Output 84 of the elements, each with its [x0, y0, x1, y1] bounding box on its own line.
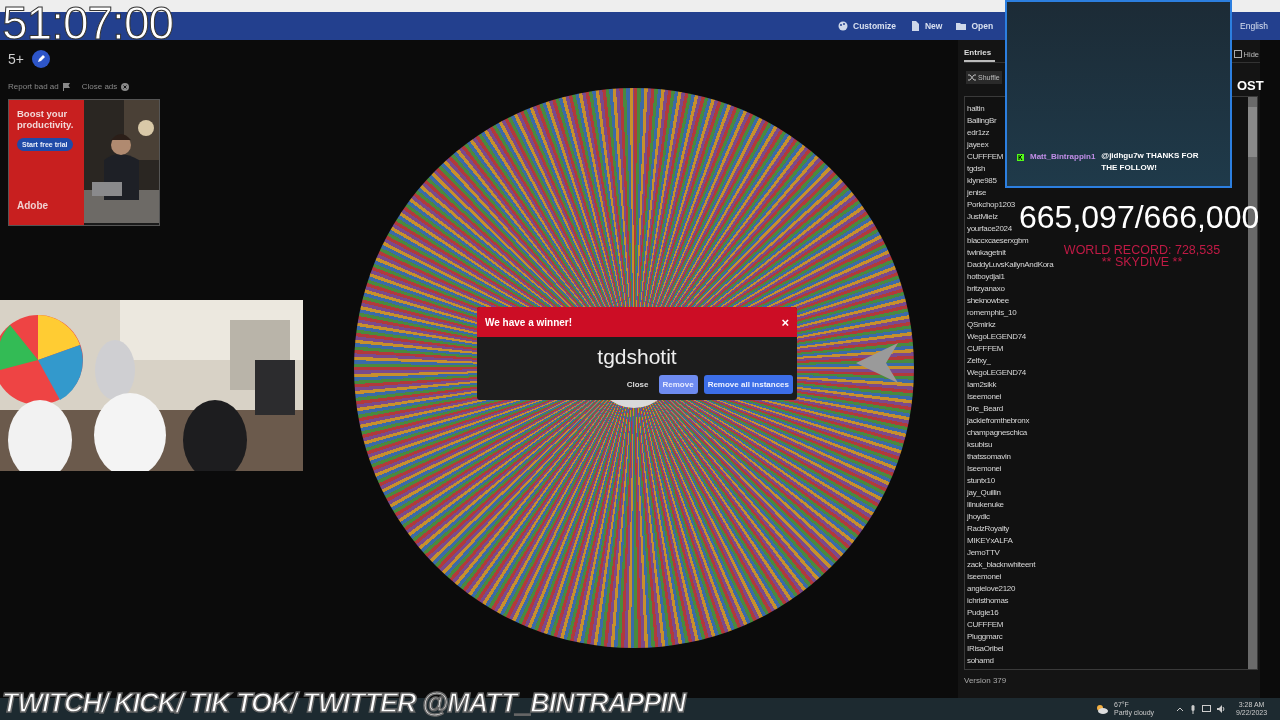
entry-text: IRisaOribel — [967, 643, 1004, 655]
entry-text: CUFFFEM — [967, 619, 1004, 631]
entry-text: Iam2sikk — [967, 379, 997, 391]
entry-text: Dre_Beard — [967, 403, 1003, 415]
dialog-button[interactable]: Remove all instances — [703, 375, 793, 394]
record-note: ** SKYDIVE ** — [1101, 257, 1183, 268]
entry-text: angielove2120 — [967, 583, 1016, 595]
follower-counter: 665,097/666,000 — [1019, 204, 1260, 230]
entry-text: sohamd — [967, 655, 994, 667]
entry-text: CUFFFEM — [967, 343, 1004, 355]
entry-text: edr1zz — [967, 127, 990, 139]
entry-text: zack_blacknwhiteent — [967, 559, 1036, 571]
entry-text: JemoTTV — [967, 547, 1000, 559]
entry-text: romemphis_10 — [967, 307, 1017, 319]
toolbar-button[interactable]: Open — [956, 21, 994, 31]
entry-text: CUFFFEM — [967, 151, 1004, 163]
entry-text: haltin — [967, 103, 985, 115]
entry-text: britzyanaxo — [967, 283, 1005, 295]
report-ad-link[interactable]: Report bad ad — [8, 82, 59, 91]
entry-text: champagneschica — [967, 427, 1027, 439]
entry-text: twinkagetnit — [967, 247, 1006, 259]
toolbar-button[interactable]: Customize — [838, 21, 896, 31]
entry-text: Porkchop1203 — [967, 199, 1015, 211]
entry-text: ichristhomas — [967, 595, 1009, 607]
winner-name: tgdshotit — [596, 344, 678, 370]
speaker-icon — [1217, 705, 1226, 713]
entry-text: sheknowbee — [967, 295, 1009, 307]
entry-count: 5+ — [8, 51, 24, 67]
entry-text: thatssomavin — [967, 451, 1011, 463]
overlay-text: OST — [1237, 78, 1264, 93]
dialog-title: We have a winner! — [485, 316, 573, 328]
entry-text: jayeex — [967, 139, 989, 151]
chat-username: Matt_Bintrappin1 — [1030, 152, 1096, 161]
chevron-up-icon — [1176, 706, 1184, 712]
folder-icon — [956, 21, 967, 31]
entry-text: DaddyLuvsKailynAndKora — [967, 259, 1054, 271]
edit-button[interactable] — [31, 50, 50, 68]
entry-text: Iseemonei — [967, 391, 1002, 403]
entry-text: Iseemonei — [967, 463, 1002, 475]
entry-text: tgdsh — [967, 163, 986, 175]
entry-text: stuntx10 — [967, 475, 995, 487]
language-button[interactable]: English — [1240, 21, 1268, 31]
microphone-icon — [1190, 704, 1196, 714]
entry-text: jackiefromthebronx — [967, 415, 1030, 427]
record-text: WORLD RECORD: 728,535 — [1063, 245, 1221, 256]
entry-text: ksubisu — [967, 439, 993, 451]
wheel-pointer-icon — [856, 343, 898, 383]
entry-text: Iseemonei — [967, 571, 1002, 583]
entry-text: klyne985 — [967, 175, 997, 187]
shuffle-icon — [968, 74, 976, 81]
ad-headline: Boost your productivity. — [17, 108, 75, 130]
version-text: Version 379 — [964, 676, 1008, 685]
stream-timer: 51:07:00 — [2, 0, 174, 50]
toolbar-button[interactable]: New — [910, 21, 943, 31]
entries-tab[interactable]: Entries — [964, 46, 996, 62]
monitor-icon — [1202, 705, 1211, 713]
chat-message: @jidhgu7w THANKS FOR THE FOLLOW! — [1101, 150, 1200, 174]
badge-icon — [1017, 154, 1024, 161]
entry-text: Zelfxy_ — [967, 355, 991, 367]
entry-text: MIKEYxALFA — [967, 535, 1013, 547]
entry-text: jay_Quillin — [967, 487, 1001, 499]
entry-text: WegoLEGEND74 — [967, 331, 1026, 343]
entry-text: hotboydjal1 — [967, 271, 1005, 283]
weather-icon — [1096, 704, 1108, 714]
dialog-button[interactable]: Close — [622, 375, 653, 394]
entry-text: blaccxcaeserxgbm — [967, 235, 1029, 247]
close-button[interactable]: × — [781, 314, 789, 330]
entry-text: Pudgie16 — [967, 607, 999, 619]
entry-text: WegoLEGEND74 — [967, 367, 1026, 379]
close-ads-link[interactable]: Close ads — [81, 82, 118, 91]
entry-text: JustMielz — [967, 211, 998, 223]
entry-text: jenise — [967, 187, 987, 199]
entry-text: QSmirkz — [967, 319, 996, 331]
entry-text: BallingBr — [967, 115, 997, 127]
flag-icon — [62, 82, 70, 91]
entry-text: jhoydic — [967, 511, 990, 523]
file-icon — [910, 21, 920, 31]
entry-text: yourface2024 — [967, 223, 1012, 235]
pencil-icon — [36, 55, 45, 63]
entry-text: lilnukenuke — [967, 499, 1004, 511]
entry-text: RadzRoyalty — [967, 523, 1010, 535]
entry-text: Pluggmarc — [967, 631, 1003, 643]
ad-brand-text: Adobe — [17, 200, 49, 211]
socials-text: TWITCH/ KICK/ TIK TOK/ TWITTER @MATT_BINTRAPPIN — [2, 688, 686, 719]
